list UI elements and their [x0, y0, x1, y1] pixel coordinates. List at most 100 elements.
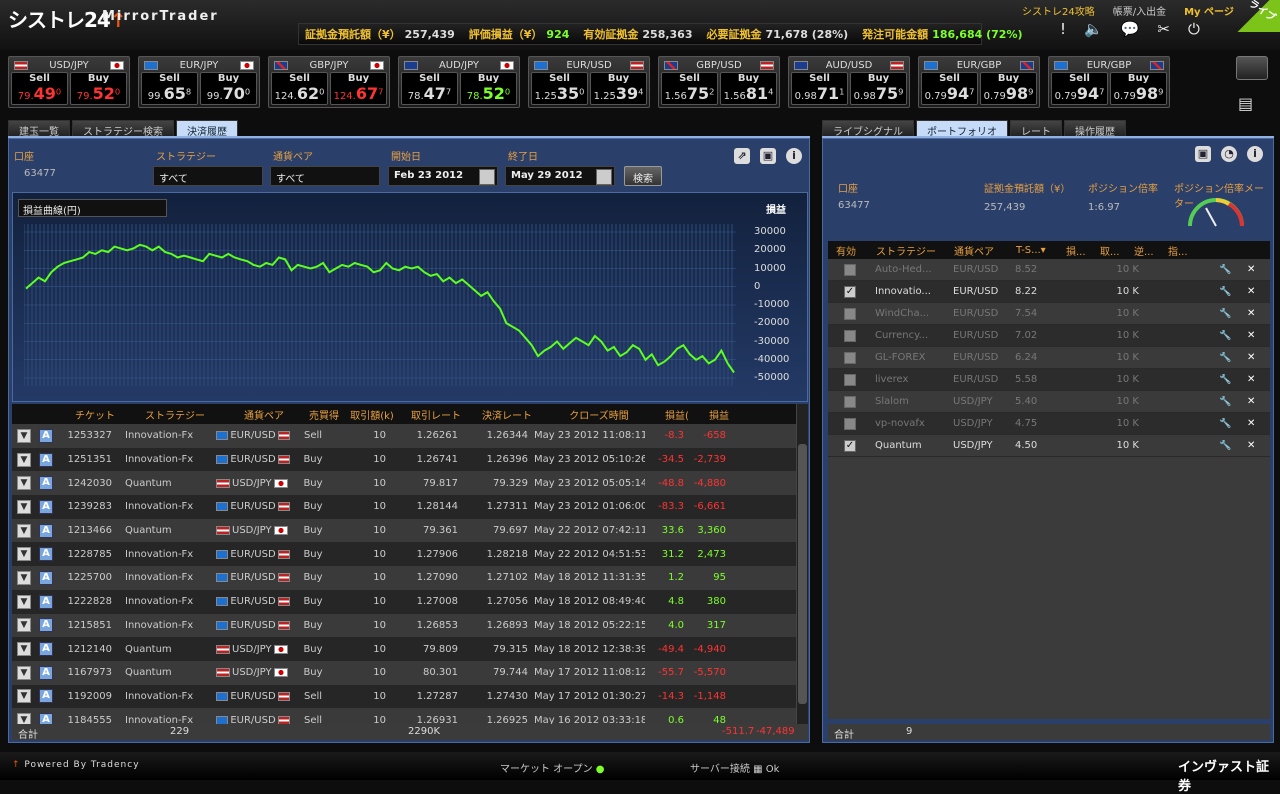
- portfolio-row[interactable]: Currency... EUR/USD 7.02 10 K 🔧 ✕: [828, 325, 1270, 347]
- row-menu-icon[interactable]: ▼: [17, 713, 31, 724]
- table-row[interactable]: ▼ A 1192009 Innovation-Fx EUR/USD Sell 10…: [12, 684, 796, 709]
- column-header[interactable]: 取引額(k): [344, 407, 400, 422]
- strategy-a-icon[interactable]: A: [39, 499, 53, 514]
- tab-strategy-search[interactable]: ストラテジー検索: [72, 120, 174, 138]
- portfolio-row[interactable]: Auto-Hed... EUR/USD 8.52 10 K 🔧 ✕: [828, 259, 1270, 281]
- strategy-a-icon[interactable]: A: [39, 689, 53, 704]
- close-icon[interactable]: ✕: [1244, 418, 1268, 429]
- portfolio-row[interactable]: GL-FOREX EUR/USD 6.24 10 K 🔧 ✕: [828, 347, 1270, 369]
- column-header[interactable]: 取引レート: [400, 407, 472, 422]
- wrench-icon[interactable]: 🔧: [1216, 352, 1244, 363]
- row-menu-icon[interactable]: ▼: [17, 665, 31, 680]
- column-header[interactable]: ストラテジー: [872, 243, 950, 258]
- chart-type-select[interactable]: 損益曲線(円): [18, 199, 167, 217]
- column-header[interactable]: クローズ時間: [542, 407, 656, 422]
- strategy-a-icon[interactable]: A: [39, 452, 53, 467]
- calendar-icon[interactable]: [479, 169, 495, 185]
- notes-icon[interactable]: ▤: [1238, 94, 1253, 113]
- wrench-icon[interactable]: 🔧: [1216, 330, 1244, 341]
- link-mypage[interactable]: My ページ: [1184, 3, 1234, 18]
- info-icon[interactable]: i: [786, 148, 802, 164]
- buy-button[interactable]: Buy 79.520: [70, 72, 127, 105]
- column-header[interactable]: チケット: [64, 407, 126, 422]
- column-header[interactable]: ストラテジー: [126, 407, 224, 422]
- enable-checkbox[interactable]: [844, 329, 856, 342]
- row-menu-icon[interactable]: ▼: [17, 618, 31, 633]
- table-row[interactable]: ▼ A 1222828 Innovation-Fx EUR/USD Buy 10 …: [12, 589, 796, 614]
- sell-button[interactable]: Sell 1.25350: [531, 72, 588, 105]
- buy-button[interactable]: Buy 1.56814: [720, 72, 777, 105]
- enable-checkbox[interactable]: [844, 395, 856, 408]
- row-menu-icon[interactable]: ▼: [17, 428, 31, 443]
- enable-checkbox[interactable]: ✓: [844, 285, 856, 298]
- row-menu-icon[interactable]: ▼: [17, 523, 31, 538]
- column-header[interactable]: 売買得: [304, 407, 344, 422]
- tools-icon[interactable]: ✂: [1157, 20, 1170, 38]
- enable-checkbox[interactable]: [844, 351, 856, 364]
- buy-button[interactable]: Buy 78.520: [460, 72, 517, 105]
- column-header[interactable]: 損益: [698, 407, 740, 422]
- enable-checkbox[interactable]: [844, 263, 856, 276]
- column-header[interactable]: 逆...: [1130, 243, 1164, 258]
- buy-button[interactable]: Buy 0.79989: [1110, 72, 1167, 105]
- sell-button[interactable]: Sell 124.620: [271, 72, 328, 105]
- strategy-a-icon[interactable]: A: [39, 594, 53, 609]
- wrench-icon[interactable]: 🔧: [1216, 374, 1244, 385]
- wrench-icon[interactable]: 🔧: [1216, 308, 1244, 319]
- portfolio-row[interactable]: ✓ Innovatio... EUR/USD 8.22 10 K 🔧 ✕: [828, 281, 1270, 303]
- column-header[interactable]: 決済レート: [472, 407, 542, 422]
- portfolio-row[interactable]: vp-novafx USD/JPY 4.75 10 K 🔧 ✕: [828, 413, 1270, 435]
- strategy-a-icon[interactable]: A: [39, 476, 53, 491]
- table-row[interactable]: ▼ A 1225700 Innovation-Fx EUR/USD Buy 10 …: [12, 566, 796, 590]
- power-icon[interactable]: ⏻: [1188, 20, 1200, 38]
- link-guide[interactable]: シストレ24攻略: [1022, 3, 1095, 18]
- tab-rates[interactable]: レート: [1010, 120, 1062, 138]
- strategy-a-icon[interactable]: A: [39, 713, 53, 724]
- eject-icon[interactable]: [1236, 56, 1268, 80]
- table-row[interactable]: ▼ A 1167973 Quantum USD/JPY Buy 10 80.301…: [12, 660, 796, 685]
- tab-positions[interactable]: 建玉一覧: [8, 120, 70, 138]
- table-row[interactable]: ▼ A 1253327 Innovation-Fx EUR/USD Sell 10…: [12, 424, 796, 448]
- row-menu-icon[interactable]: ▼: [17, 689, 31, 704]
- enable-checkbox[interactable]: ✓: [844, 439, 856, 452]
- portfolio-row[interactable]: liverex EUR/USD 5.58 10 K 🔧 ✕: [828, 369, 1270, 391]
- strategy-a-icon[interactable]: A: [39, 665, 53, 680]
- table-row[interactable]: ▼ A 1212140 Quantum USD/JPY Buy 10 79.809…: [12, 637, 796, 661]
- chat-icon[interactable]: 💬: [1121, 20, 1140, 38]
- column-header[interactable]: T-S...▾: [1012, 245, 1062, 256]
- sound-icon[interactable]: 🔈: [1084, 20, 1103, 38]
- portfolio-row[interactable]: WindCha... EUR/USD 7.54 10 K 🔧 ✕: [828, 303, 1270, 325]
- row-menu-icon[interactable]: ▼: [17, 594, 31, 609]
- sell-button[interactable]: Sell 78.477: [401, 72, 458, 105]
- buy-button[interactable]: Buy 1.25394: [590, 72, 647, 105]
- column-header[interactable]: 指...: [1164, 243, 1198, 258]
- export-icon[interactable]: ⇗: [734, 148, 750, 164]
- strategy-a-icon[interactable]: A: [39, 642, 53, 657]
- enable-checkbox[interactable]: [844, 307, 856, 320]
- column-header[interactable]: 取...: [1096, 243, 1130, 258]
- sell-button[interactable]: Sell 0.98711: [791, 72, 848, 105]
- buy-button[interactable]: Buy 99.700: [200, 72, 257, 105]
- column-header[interactable]: 損...: [1062, 243, 1096, 258]
- tab-history[interactable]: 決済履歴: [176, 120, 238, 138]
- strategy-a-icon[interactable]: A: [39, 547, 53, 562]
- row-menu-icon[interactable]: ▼: [17, 476, 31, 491]
- wrench-icon[interactable]: 🔧: [1216, 418, 1244, 429]
- table-scrollbar[interactable]: [796, 404, 808, 724]
- tab-operation-history[interactable]: 操作履歴: [1064, 120, 1126, 138]
- table-row[interactable]: ▼ A 1215851 Innovation-Fx EUR/USD Buy 10 …: [12, 613, 796, 638]
- column-header[interactable]: 通貨ペア: [224, 407, 304, 422]
- search-button[interactable]: 検索: [624, 166, 662, 186]
- alert-icon[interactable]: !: [1060, 20, 1066, 38]
- wrench-icon[interactable]: 🔧: [1216, 396, 1244, 407]
- tab-live-signal[interactable]: ライブシグナル: [822, 120, 914, 138]
- end-date-field[interactable]: May 29 2012: [505, 166, 615, 186]
- portfolio-row[interactable]: Slalom USD/JPY 5.40 10 K 🔧 ✕: [828, 391, 1270, 413]
- column-header[interactable]: 損益(: [656, 407, 698, 422]
- close-icon[interactable]: ✕: [1244, 264, 1268, 275]
- wrench-icon[interactable]: 🔧: [1216, 286, 1244, 297]
- pair-select[interactable]: すべて: [270, 166, 380, 186]
- wrench-icon[interactable]: 🔧: [1216, 264, 1244, 275]
- table-row[interactable]: ▼ A 1213466 Quantum USD/JPY Buy 10 79.361…: [12, 518, 796, 543]
- save-icon[interactable]: ▣: [1195, 146, 1211, 162]
